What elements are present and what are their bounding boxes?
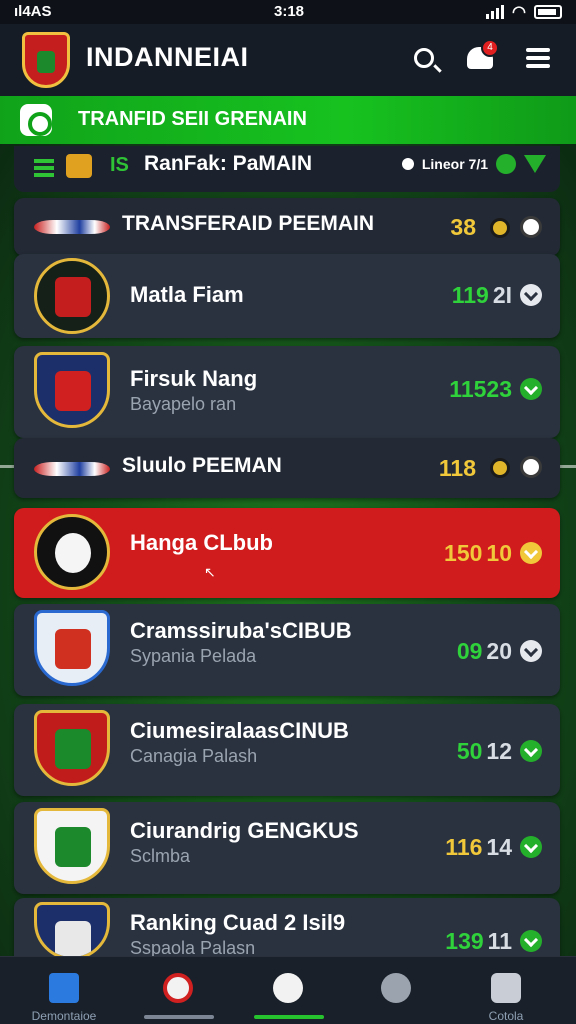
home-icon [49, 973, 79, 1003]
club-crest-icon [34, 808, 110, 884]
club-row[interactable]: Ranking Cuad 2 Isil9 Sspaola Palasn 139 1… [14, 898, 560, 962]
club-subtitle: Bayapelo ran [130, 394, 237, 414]
battery-icon [534, 5, 562, 19]
score: 139 11 [445, 928, 512, 954]
banner-title: TRANFID SEII GRENAIN [78, 108, 307, 130]
club-crest-icon [34, 258, 110, 334]
club-crest-icon [34, 710, 110, 786]
chevron-icon[interactable] [520, 284, 542, 306]
transfer-icon [273, 973, 303, 1003]
ball-icon [520, 216, 542, 238]
wifi-icon: ◠ [512, 4, 526, 21]
nav-stats[interactable] [128, 965, 228, 1021]
score: 11523 [449, 376, 512, 402]
status-bar: ıl4AS 3:18 ◠ [0, 0, 576, 24]
club-row[interactable]: Matla Fiam 119 2I [14, 254, 560, 338]
club-logo[interactable] [22, 32, 70, 88]
sort-button[interactable] [496, 154, 516, 174]
toggle-icon[interactable] [401, 158, 414, 170]
notification-badge: 4 [481, 39, 499, 57]
filter-menu-icon[interactable] [34, 159, 54, 177]
bell-icon: 4 [467, 39, 499, 69]
wings-icon [34, 216, 110, 238]
nav-ball[interactable] [346, 965, 446, 1021]
stats-icon [163, 973, 193, 1003]
club-name: Hanga CLbub [130, 530, 273, 555]
club-subtitle: Canagia Palash [130, 746, 258, 766]
signal-icon [486, 5, 505, 19]
section-title: TRANSFERAID PEEMAIN [122, 212, 375, 235]
chevron-icon[interactable] [520, 542, 542, 564]
nav-label: Cotola [488, 1009, 524, 1023]
nav-label: Demontaioe [31, 1009, 97, 1023]
chevron-icon[interactable] [520, 740, 542, 762]
score: 119 2I [451, 282, 512, 308]
score: 38 [450, 214, 476, 240]
club-subtitle: Sypania Pelada [130, 646, 257, 666]
cursor-icon: ↖ [204, 564, 216, 580]
nav-home[interactable]: Demontaioe [14, 965, 114, 1023]
coin-icon [490, 218, 510, 238]
club-name: Cramssiruba'sCIBUB [130, 618, 352, 643]
filter-bar: IS RanFak: PaMAIN Lineor 7/1 [14, 146, 560, 192]
notifications-button[interactable]: 4 [460, 38, 500, 78]
bottom-navigation: Demontaioe Cotola [0, 956, 576, 1024]
club-row-selected[interactable]: Hanga CLbub ↖ 150 10 [14, 508, 560, 598]
club-row[interactable]: Firsuk Nang Bayapelo ran 11523 [14, 346, 560, 438]
chevron-icon[interactable] [520, 640, 542, 662]
coin-icon [490, 458, 510, 478]
nav-transfer[interactable] [238, 965, 338, 1021]
status-icons: ◠ [486, 2, 562, 22]
club-row[interactable]: Cramssiruba'sCIBUB Sypania Pelada 09 20 [14, 604, 560, 696]
filter-right-text: Lineor 7/1 [421, 156, 488, 172]
search-icon [414, 48, 434, 68]
carrier-text: ıl4AS [14, 3, 52, 20]
hamburger-icon [526, 48, 550, 68]
score: 150 10 [444, 540, 512, 566]
section-row[interactable]: TRANSFERAID PEEMAIN 38 [14, 198, 560, 256]
score: 116 14 [445, 834, 512, 860]
trophy-icon [66, 154, 92, 178]
club-crest-icon [34, 514, 110, 590]
club-name: Ranking Cuad 2 Isil9 [130, 910, 346, 935]
club-name: Matla Fiam [130, 282, 244, 307]
app-title: INDANNEIAI [86, 42, 249, 72]
club-row[interactable]: Ciurandrig GENGKUS Sclmba 116 14 [14, 802, 560, 894]
chevron-icon[interactable] [520, 378, 542, 400]
clock-text: 3:18 [274, 3, 305, 20]
players-icon [491, 973, 521, 1003]
club-row[interactable]: CiumesiralaasCINUB Canagia Palash 50 12 [14, 704, 560, 796]
search-button[interactable] [404, 38, 444, 78]
filter-controls: Lineor 7/1 [401, 154, 546, 174]
target-icon [20, 104, 52, 136]
nav-indicator-active [254, 1015, 324, 1019]
score: 118 [438, 455, 476, 481]
score: 09 20 [456, 638, 512, 664]
funnel-icon[interactable] [524, 155, 546, 173]
club-crest-icon [34, 902, 110, 960]
nav-players[interactable]: Cotola [456, 965, 556, 1023]
section-row[interactable]: Sluulo PEEMAN 118 [14, 438, 560, 498]
section-title: Sluulo PEEMAN [122, 454, 282, 477]
club-crest-icon [34, 610, 110, 686]
filter-number: IS [110, 154, 129, 176]
wings-icon [34, 458, 110, 480]
section-banner[interactable]: TRANFID SEII GRENAIN [0, 96, 576, 144]
club-name: CiumesiralaasCINUB [130, 718, 349, 743]
nav-indicator [144, 1015, 214, 1019]
app-header: INDANNEIAI 4 [0, 24, 576, 96]
filter-label: RanFak: PaMAIN [144, 152, 313, 175]
club-subtitle: Sclmba [130, 846, 191, 866]
ball-icon [520, 456, 542, 478]
ball-icon [381, 973, 411, 1003]
chevron-icon[interactable] [520, 930, 542, 952]
menu-button[interactable] [518, 38, 558, 78]
club-crest-icon [34, 352, 110, 428]
score: 50 12 [456, 738, 512, 764]
club-name: Firsuk Nang [130, 366, 258, 391]
club-name: Ciurandrig GENGKUS [130, 818, 359, 843]
chevron-icon[interactable] [520, 836, 542, 858]
